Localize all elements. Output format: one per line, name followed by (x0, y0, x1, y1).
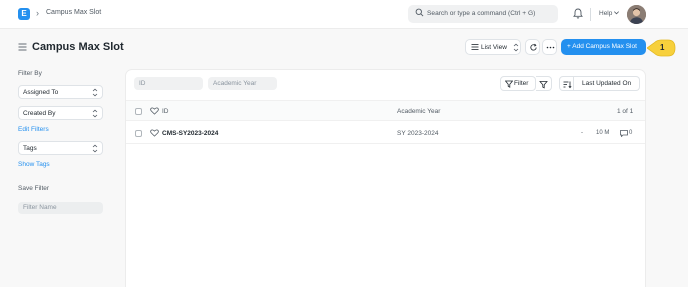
list-panel: ID Academic Year Filter Last Updated On … (125, 69, 646, 287)
sort-direction-button[interactable] (559, 76, 574, 91)
column-header-academic-year[interactable]: Academic Year (397, 108, 440, 115)
row-dash: - (581, 130, 583, 136)
more-horizontal-icon (546, 46, 555, 49)
row-modified-time: 10 M (596, 130, 610, 136)
search-icon (415, 8, 424, 17)
notification-bell-icon[interactable] (573, 8, 583, 19)
navbar-divider (590, 8, 591, 21)
select-chevron-icon (92, 109, 98, 118)
breadcrumb-chevron-icon: › (36, 8, 39, 18)
created-by-label: Created By (23, 110, 56, 117)
heart-icon[interactable] (150, 107, 159, 115)
sort-icon (563, 81, 572, 89)
filter-icon (505, 80, 513, 88)
list-header-row: ID Academic Year 1 of 1 (126, 100, 645, 121)
edit-filters-link[interactable]: Edit Filters (18, 126, 49, 133)
refresh-button[interactable] (525, 39, 540, 55)
refresh-icon (530, 43, 537, 51)
clear-filters-button[interactable] (536, 76, 552, 91)
funnel-icon (539, 81, 548, 89)
filter-button[interactable]: Filter (500, 76, 536, 91)
sidebar-toggle-icon[interactable] (18, 43, 27, 51)
user-photo-icon (627, 5, 646, 24)
filter-name-input[interactable]: Filter Name (18, 202, 103, 214)
add-button-label: + Add Campus Max Slot (567, 43, 637, 50)
id-filter-input[interactable]: ID (134, 77, 203, 90)
sort-field-label: Last Updated On (582, 80, 632, 87)
created-by-select[interactable]: Created By (18, 106, 103, 120)
row-id-link[interactable]: CMS-SY2023-2024 (162, 130, 218, 137)
heart-icon[interactable] (150, 129, 159, 137)
more-actions-button[interactable] (542, 39, 557, 55)
id-filter-placeholder: ID (139, 80, 146, 87)
top-navbar: E › Campus Max Slot Search or type a com… (0, 0, 688, 29)
list-view-label: List View (481, 44, 507, 51)
select-chevron-icon (92, 144, 98, 153)
select-all-checkbox[interactable] (135, 108, 142, 115)
add-campus-max-slot-button[interactable]: + Add Campus Max Slot (561, 39, 646, 55)
row-checkbox[interactable] (135, 130, 142, 137)
search-placeholder: Search or type a command (Ctrl + G) (427, 10, 536, 17)
page-title: Campus Max Slot (32, 41, 124, 53)
tags-label: Tags (23, 145, 37, 152)
select-chevron-icon (513, 43, 519, 52)
user-avatar[interactable] (627, 5, 646, 24)
list-view-switcher[interactable]: List View (465, 39, 521, 55)
academic-year-filter-placeholder: Academic Year (213, 80, 257, 87)
tags-select[interactable]: Tags (18, 141, 103, 155)
record-count: 1 of 1 (617, 108, 634, 115)
filter-by-heading: Filter By (18, 70, 42, 77)
assigned-to-select[interactable]: Assigned To (18, 85, 103, 99)
assigned-to-label: Assigned To (23, 89, 59, 96)
chevron-down-icon[interactable] (613, 9, 620, 16)
step-number: 1 (660, 43, 665, 52)
sort-field-button[interactable]: Last Updated On (574, 76, 640, 91)
select-chevron-icon (92, 88, 98, 97)
row-academic-year: SY 2023-2024 (397, 130, 439, 137)
filter-label: Filter (514, 80, 529, 87)
show-tags-link[interactable]: Show Tags (18, 161, 50, 168)
academic-year-filter-input[interactable]: Academic Year (208, 77, 277, 90)
breadcrumb-campus-max-slot[interactable]: Campus Max Slot (46, 9, 101, 16)
comment-icon (620, 130, 628, 137)
app-logo[interactable]: E (18, 8, 30, 20)
save-filter-heading: Save Filter (18, 185, 50, 192)
help-menu[interactable]: Help (599, 10, 612, 17)
search-bar[interactable]: Search or type a command (Ctrl + G) (408, 5, 558, 23)
table-row[interactable]: CMS-SY2023-2024 SY 2023-2024 - 10 M 0 (126, 122, 645, 144)
filter-name-placeholder: Filter Name (23, 204, 57, 211)
list-icon (471, 44, 479, 50)
row-comment-count: 0 (629, 130, 633, 136)
column-header-id[interactable]: ID (162, 108, 169, 115)
